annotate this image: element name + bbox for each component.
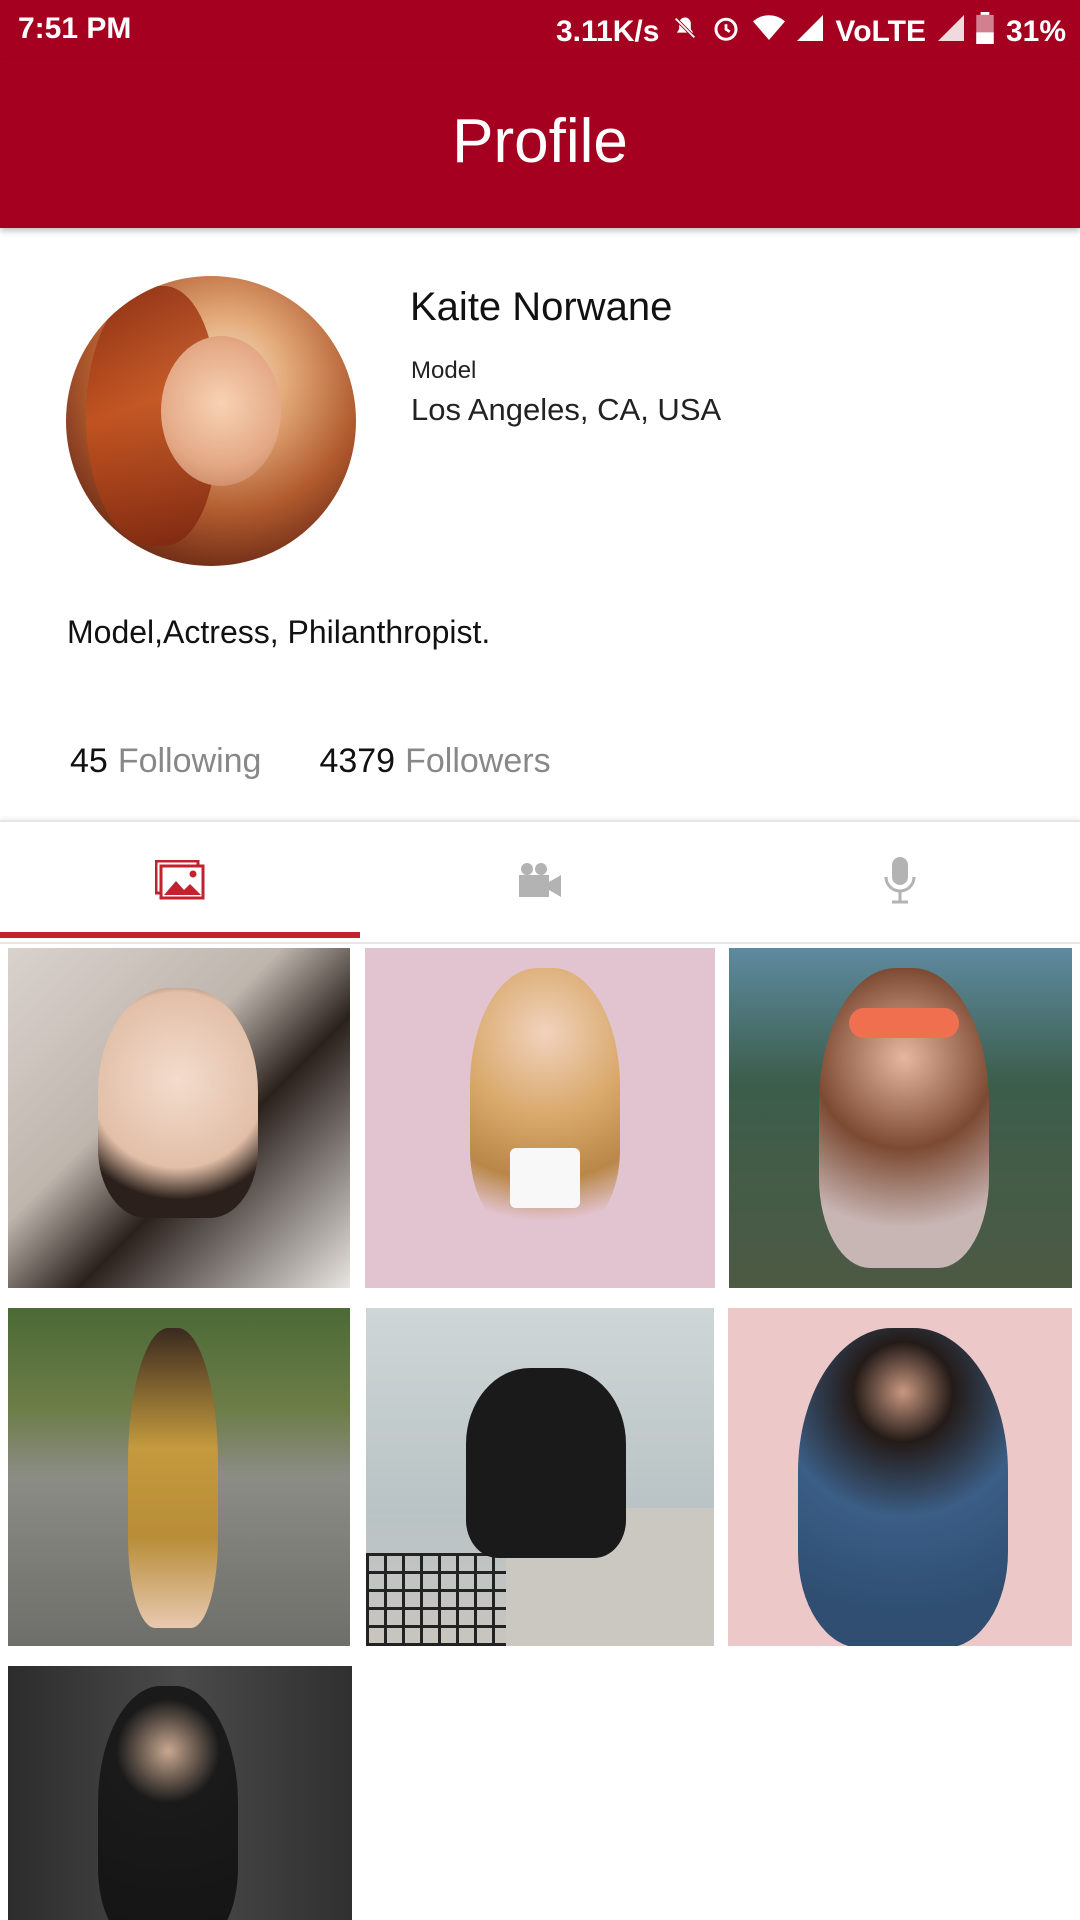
following-count[interactable]: 45 [70,742,108,781]
battery-level: 31% [1005,15,1066,48]
battery-icon [976,12,994,52]
profile-name: Kaite Norwane [410,285,673,329]
gallery-photo-5[interactable] [366,1308,714,1646]
followers-label[interactable]: Followers [405,742,550,781]
photos-icon [154,859,205,905]
media-tab-bar [0,820,1080,944]
gallery-photo-6[interactable] [728,1308,1072,1646]
following-label[interactable]: Following [118,742,262,781]
profile-role: Model [411,357,477,384]
status-time: 7:51 PM [18,12,132,45]
network-speed: 3.11K/s [555,15,660,48]
profile-bio: Model,Actress, Philanthropist. [67,614,491,650]
mute-icon [671,14,699,50]
tab-videos[interactable] [360,822,720,942]
active-tab-indicator [0,932,360,938]
signal-icon [797,15,824,49]
app-bar: Profile [0,60,1080,228]
tab-audio[interactable] [720,822,1080,942]
avatar[interactable] [66,276,356,566]
page-title: Profile [452,107,628,176]
microphone-icon [880,855,920,910]
tab-photos[interactable] [0,822,360,942]
signal-icon-2 [937,15,964,49]
gallery-photo-4[interactable] [8,1308,350,1646]
followers-count[interactable]: 4379 [319,742,395,781]
wifi-icon [753,14,786,50]
video-camera-icon [515,860,565,905]
profile-location: Los Angeles, CA, USA [411,392,722,427]
gallery-photo-1[interactable] [8,948,350,1288]
profile-stats: 45 Following 4379 Followers [70,742,551,781]
alarm-icon [711,13,741,51]
avatar-face [161,336,281,486]
status-icons: 3.11K/s VoLTE 31% [556,12,1066,52]
network-type: VoLTE [835,15,926,48]
gallery-photo-7[interactable] [8,1666,352,1920]
status-bar: 7:51 PM 3.11K/s VoLTE 31% [0,0,1080,60]
gallery-photo-3[interactable] [729,948,1072,1288]
gallery-photo-2[interactable] [365,948,715,1288]
